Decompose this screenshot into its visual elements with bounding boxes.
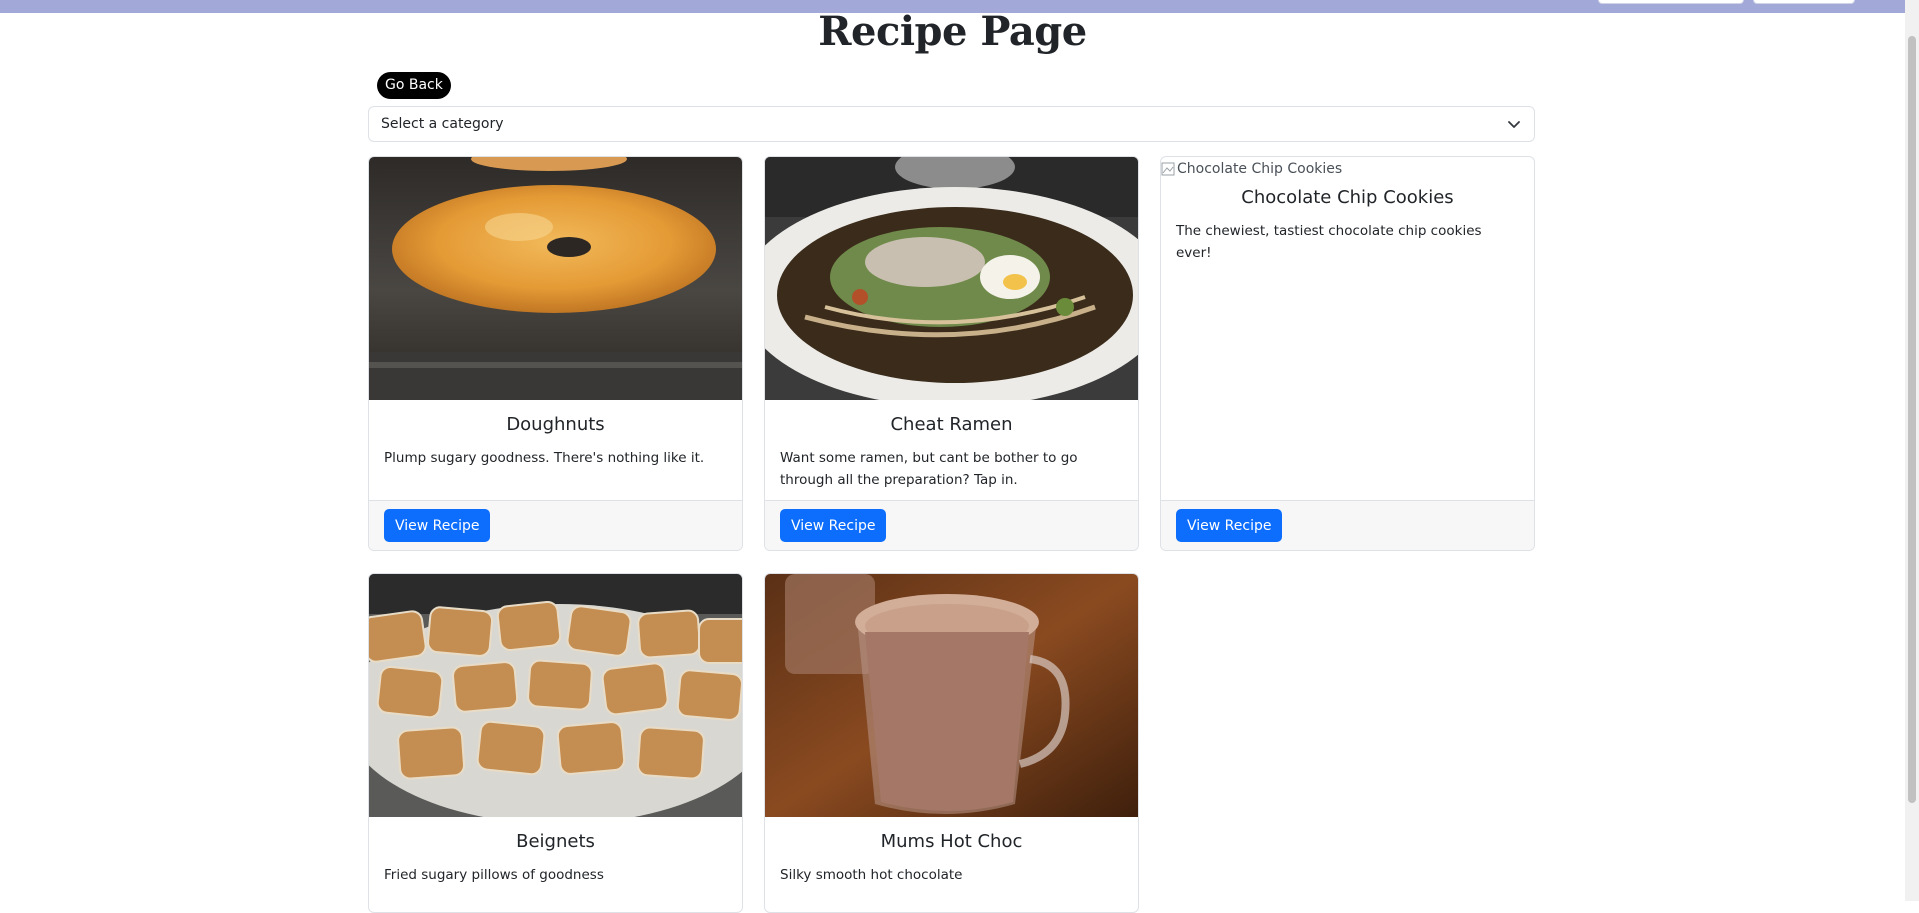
card-footer: View Recipe	[1161, 500, 1534, 550]
recipe-image-doughnuts	[369, 157, 742, 400]
recipe-card-doughnuts: Doughnuts Plump sugary goodness. There's…	[368, 156, 743, 551]
recipe-description: Fried sugary pillows of goodness	[384, 867, 604, 883]
scrollbar-thumb[interactable]	[1908, 36, 1916, 803]
broken-image-icon	[1161, 162, 1175, 176]
recipe-card-mums-hot-choc: Mums Hot Choc Silky smooth hot chocolate	[764, 573, 1139, 913]
recipe-image-cheat-ramen	[765, 157, 1138, 400]
view-recipe-button[interactable]: View Recipe	[780, 509, 887, 542]
recipe-description: Silky smooth hot chocolate	[780, 867, 963, 883]
page-scrollbar[interactable]	[1905, 0, 1919, 901]
chevron-down-icon	[1508, 121, 1520, 128]
recipe-description: The chewiest, tastiest chocolate chip co…	[1176, 223, 1482, 261]
recipe-title: Cheat Ramen	[890, 414, 1013, 435]
recipe-description: Want some ramen, but cant be bother to g…	[780, 450, 1078, 488]
category-select-value: Select a category	[381, 116, 504, 132]
recipe-card-beignets: Beignets Fried sugary pillows of goodnes…	[368, 573, 743, 913]
recipe-title: Doughnuts	[506, 414, 605, 435]
recipe-card-cheat-ramen: Cheat Ramen Want some ramen, but cant be…	[764, 156, 1139, 551]
view-recipe-button[interactable]: View Recipe	[1176, 509, 1283, 542]
navbar-button-2[interactable]	[1753, 0, 1855, 4]
recipe-image-mums-hot-choc	[765, 574, 1138, 817]
go-back-button[interactable]: Go Back	[377, 72, 451, 99]
image-alt-text: Chocolate Chip Cookies	[1177, 161, 1343, 177]
category-select[interactable]: Select a category	[368, 106, 1535, 142]
view-recipe-button[interactable]: View Recipe	[384, 509, 491, 542]
card-footer: View Recipe	[765, 500, 1138, 550]
recipe-title: Beignets	[516, 831, 595, 852]
navbar-button-1[interactable]	[1598, 0, 1744, 4]
recipe-title: Chocolate Chip Cookies	[1241, 187, 1454, 208]
recipe-title: Mums Hot Choc	[880, 831, 1023, 852]
card-footer: View Recipe	[369, 500, 742, 550]
page-title: Recipe Page	[818, 8, 1087, 55]
recipe-card-chocolate-chip-cookies: Chocolate Chip Cookies Chocolate Chip Co…	[1160, 156, 1535, 551]
recipe-image-beignets	[369, 574, 742, 817]
recipe-description: Plump sugary goodness. There's nothing l…	[384, 450, 705, 466]
broken-image-placeholder: Chocolate Chip Cookies	[1161, 157, 1534, 177]
